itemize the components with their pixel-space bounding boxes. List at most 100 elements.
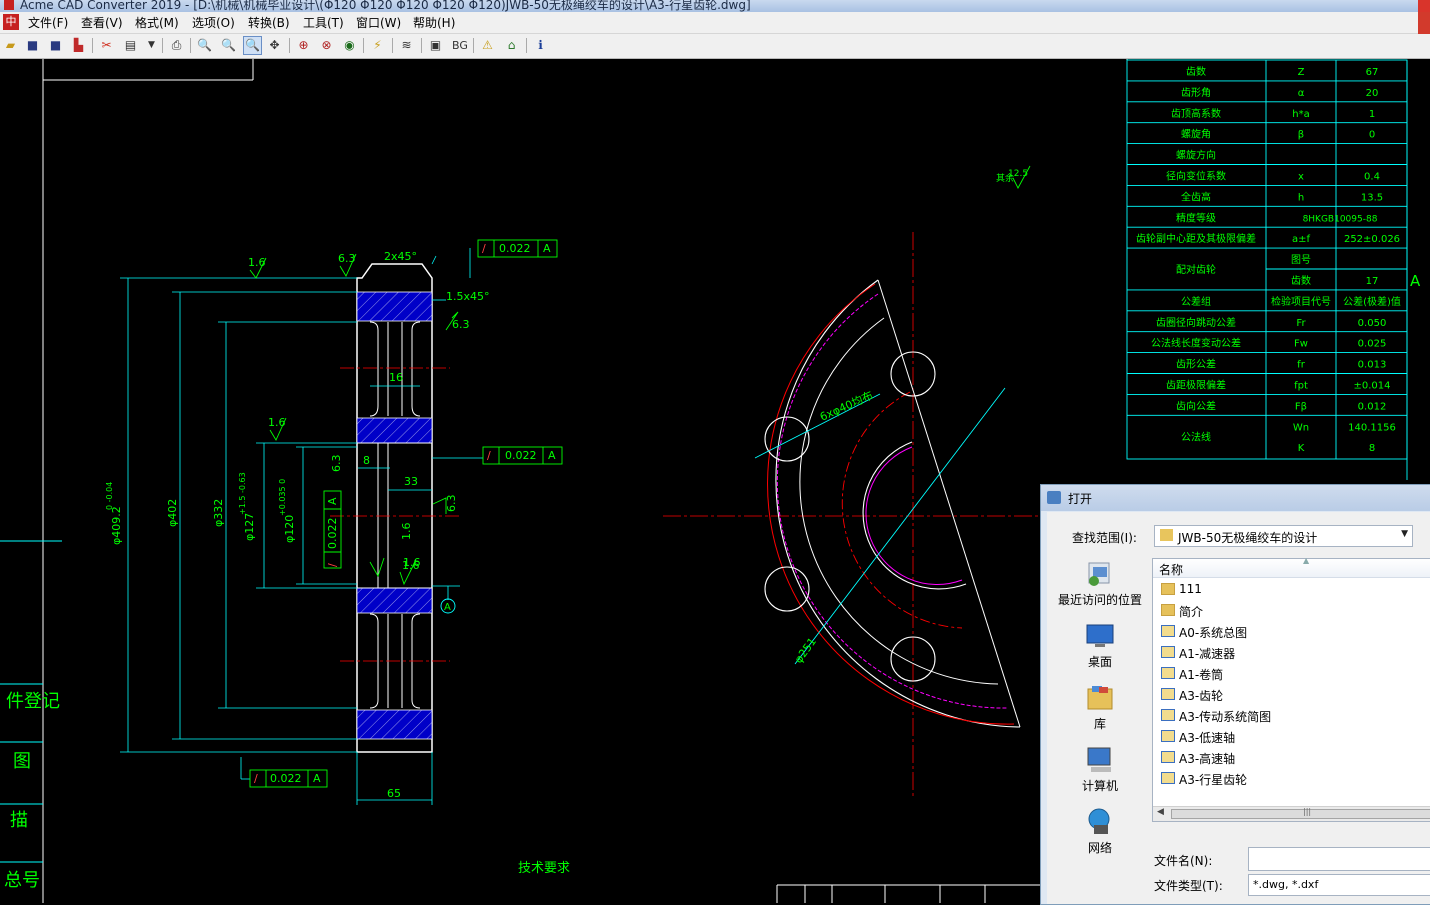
print-icon[interactable]: ⎙ [168, 37, 185, 54]
close-window-button[interactable] [1418, 0, 1430, 12]
scrollbar-grip-icon: ||| [1303, 807, 1312, 816]
hole-pattern-label: 6xφ40均布 [818, 389, 875, 424]
side-label-total-no: 总号 [4, 870, 40, 891]
runout-symbol-2: ∕ [487, 449, 491, 462]
network-icon [1088, 808, 1110, 834]
toolbar: ▰ ■ ■ ▙ ✂ ▤ ▼ ⎙ 🔍 🔍 🔍 ✥ ⊕ ⊗ ◉ ⚡ ≋ ▣ BG ⚠… [0, 34, 1430, 59]
toolbar-separator [162, 38, 163, 53]
convert-icon[interactable]: ✂ [98, 37, 115, 54]
table-cell-val: 0.025 [1358, 339, 1387, 350]
export-pdf-icon[interactable]: ▙ [70, 37, 87, 54]
file-name: A3-低速轴 [1179, 731, 1236, 745]
table-cell-name: 精度等级 [1176, 211, 1216, 224]
window-titlebar: Acme CAD Converter 2019 - [D:\机械\机械毕业设计\… [0, 0, 1430, 12]
table-datum-a: A [1410, 272, 1421, 290]
filetype-dropdown[interactable]: *.dwg, *.dxf [1248, 874, 1430, 896]
table-cell-val: 140.1156 [1348, 422, 1396, 433]
dim-web-width: 16 [389, 371, 403, 384]
folder-icon [1161, 583, 1175, 595]
menu-view[interactable]: 查看(V) [81, 14, 123, 31]
dim-web-diameter: φ332 [212, 499, 225, 527]
dropdown-arrow-icon[interactable]: ▼ [143, 37, 160, 54]
column-name-header[interactable]: 名称 [1159, 561, 1183, 578]
menu-options[interactable]: 选项(O) [192, 14, 235, 31]
table-cell-val: 67 [1366, 67, 1379, 78]
datum-a-label: A [444, 602, 451, 613]
layers-icon[interactable]: ≋ [398, 37, 415, 54]
info-icon[interactable]: ℹ [532, 37, 549, 54]
menu-convert[interactable]: 转换(B) [248, 14, 290, 31]
file-name: A1-减速器 [1179, 647, 1236, 661]
table-cell-name: 齿形公差 [1176, 358, 1216, 371]
toolbar-separator [392, 38, 393, 53]
table-cell-sym: fpt [1294, 381, 1308, 392]
place-libraries[interactable]: 库 [1050, 683, 1150, 732]
chevron-down-icon[interactable]: ▼ [1401, 529, 1408, 539]
look-in-dropdown[interactable]: JWB-50无极绳绞车的设计 ▼ [1154, 525, 1413, 547]
table-cell-val: 0 [1369, 130, 1375, 141]
table-cell-val: 0.012 [1358, 401, 1387, 412]
menu-format[interactable]: 格式(M) [135, 14, 179, 31]
look-in-value: JWB-50无极绳绞车的设计 [1178, 531, 1318, 545]
table-cell-sym: Fw [1294, 339, 1308, 350]
gear-section-view [330, 263, 460, 753]
table-cell-val: 公差(极差)值 [1343, 295, 1401, 308]
window-control-button[interactable] [1418, 12, 1430, 34]
table-cell-sym: α [1298, 88, 1305, 99]
runout-symbol-4: ∕ [326, 563, 339, 567]
table-cell-name: 齿数 [1186, 65, 1206, 78]
zoom-previous-icon[interactable]: ⊗ [318, 37, 335, 54]
zoom-in-icon[interactable]: 🔍 [220, 37, 237, 54]
menu-file[interactable]: 文件(F) [28, 14, 68, 31]
table-cell-sym: 图号 [1291, 254, 1311, 266]
place-network-label: 网络 [1087, 841, 1112, 855]
bw-display-icon[interactable]: ▣ [427, 37, 444, 54]
menu-help[interactable]: 帮助(H) [413, 14, 455, 31]
file-name: A3-传动系统简图 [1179, 710, 1272, 724]
tol-value-4: 0.022 [326, 518, 339, 550]
home-icon[interactable]: ⌂ [503, 37, 520, 54]
cad-app-icon[interactable]: 中 [3, 14, 19, 30]
save-all-icon[interactable]: ■ [47, 37, 64, 54]
dim-roughness-4: 1.6 [268, 416, 286, 429]
open-file-dialog: 打开 查找范围(I): JWB-50无极绳绞车的设计 ▼ 最近访问的位置 桌面 … [1040, 484, 1430, 905]
tol-value-3: 0.022 [270, 772, 302, 785]
dwg-file-icon [1161, 709, 1175, 721]
place-network[interactable]: 网络 [1050, 807, 1150, 856]
side-label-trace: 描 [10, 810, 28, 831]
pan-icon[interactable]: ✥ [266, 37, 283, 54]
file-name: A1-卷筒 [1179, 668, 1224, 682]
filename-input[interactable] [1248, 847, 1430, 871]
place-desktop[interactable]: 桌面 [1050, 621, 1150, 670]
look-in-label: 查找范围(I): [1072, 531, 1137, 545]
file-list-header: 名称 ▲ [1153, 556, 1430, 578]
open-icon[interactable]: ▰ [2, 37, 19, 54]
zoom-extents-icon[interactable]: ⊕ [295, 37, 312, 54]
place-computer[interactable]: 计算机 [1050, 745, 1150, 794]
view-eye-icon[interactable]: ◉ [341, 37, 358, 54]
app-icon [4, 0, 14, 10]
measure-icon[interactable]: ⚡ [369, 37, 386, 54]
menu-window[interactable]: 窗口(W) [356, 14, 401, 31]
place-recent[interactable]: 最近访问的位置 [1050, 559, 1150, 608]
file-list: 名称 ▲ 111 简介 A0-系统总图 A1-减速器 A1-卷筒 A3-齿轮 A3-传动系统… [1152, 556, 1430, 822]
tol-value-1: 0.022 [499, 242, 531, 255]
file-name: A3-行星齿轮 [1179, 773, 1248, 787]
computer-icon [1087, 747, 1111, 772]
table-cell-sym: x [1298, 172, 1304, 183]
dim-tip-diameter: φ409.2 [110, 506, 123, 545]
dim-roughness-5: 6.3 [330, 455, 343, 473]
zoom-window-icon[interactable]: 🔍 [243, 36, 262, 55]
scroll-left-icon[interactable]: ◀ [1157, 807, 1164, 817]
scrollbar-thumb[interactable] [1171, 809, 1430, 819]
save-icon[interactable]: ■ [24, 37, 41, 54]
settings-icon[interactable]: ⚠ [479, 37, 496, 54]
zoom-out-icon[interactable]: 🔍 [196, 37, 213, 54]
table-cell-name: 齿圈径向跳动公差 [1156, 316, 1236, 329]
places-bar: 最近访问的位置 桌面 库 计算机 网络 [1050, 555, 1150, 855]
background-toggle-button[interactable]: BG [449, 37, 471, 54]
batch-icon[interactable]: ▤ [122, 37, 139, 54]
dim-face-width: 65 [387, 787, 401, 800]
horizontal-scrollbar[interactable]: ◀ ||| [1153, 806, 1430, 821]
menu-tools[interactable]: 工具(T) [303, 14, 344, 31]
